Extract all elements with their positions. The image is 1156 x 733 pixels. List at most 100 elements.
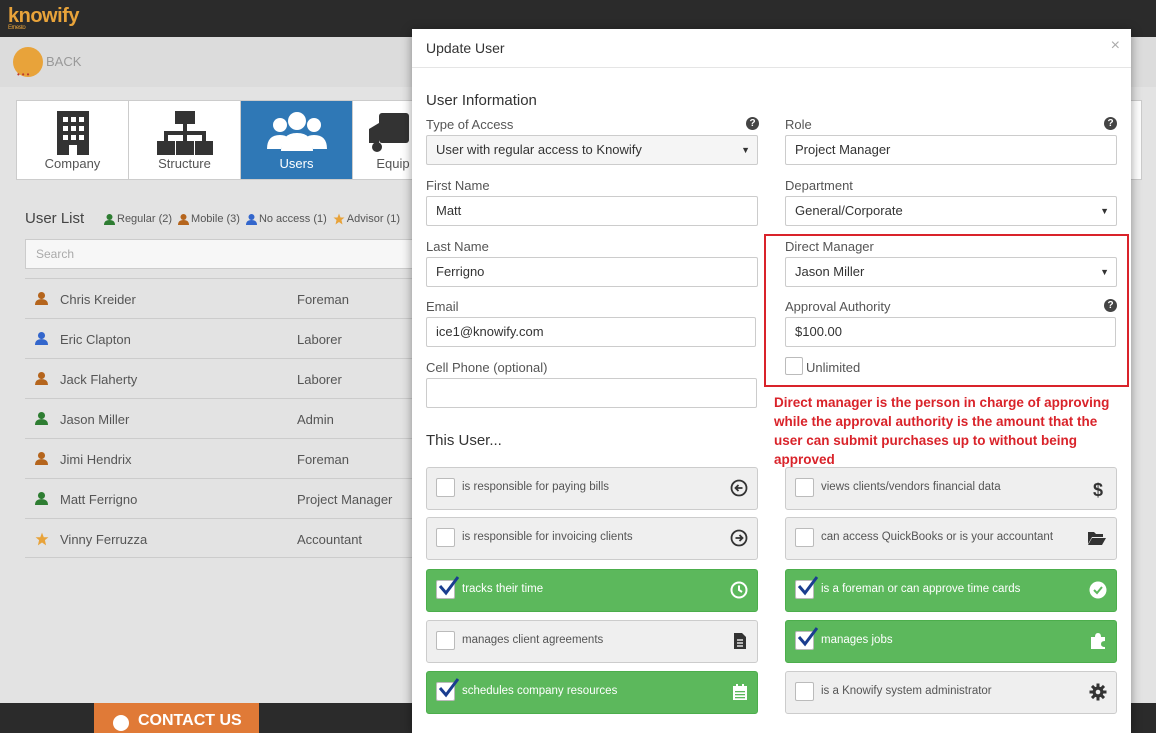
list-item[interactable]: Chris Kreider Foreman bbox=[25, 278, 425, 318]
department-value: General/Corporate bbox=[795, 203, 903, 218]
perm-label: views clients/vendors financial data bbox=[821, 481, 1001, 493]
legend-advisor: Advisor (1) bbox=[333, 213, 400, 225]
perm-label: can access QuickBooks or is your account… bbox=[821, 531, 1054, 543]
perm-tracks-time[interactable]: tracks their time bbox=[426, 569, 758, 612]
help-icon[interactable]: ? bbox=[746, 117, 759, 130]
tab-company[interactable]: Company bbox=[17, 101, 129, 179]
arrow-right-circle-icon bbox=[730, 529, 748, 547]
list-item[interactable]: Eric Clapton Laborer bbox=[25, 318, 425, 358]
logo-subtitle: Ernesto bbox=[8, 25, 26, 31]
modal-header: Update User × bbox=[412, 29, 1131, 68]
perm-label: is responsible for paying bills bbox=[462, 481, 610, 493]
checkbox[interactable] bbox=[436, 528, 455, 547]
list-item[interactable]: Jason Miller Admin bbox=[25, 398, 425, 438]
checkmark-icon bbox=[438, 678, 459, 698]
tab-equip[interactable]: Equip bbox=[353, 101, 413, 179]
perm-foreman-time-cards[interactable]: is a foreman or can approve time cards bbox=[785, 569, 1117, 612]
building-icon bbox=[56, 111, 89, 155]
folder-open-icon bbox=[1088, 532, 1106, 545]
user-information-heading: User Information bbox=[426, 92, 537, 109]
gear-icon bbox=[1089, 683, 1107, 701]
person-icon bbox=[35, 292, 48, 305]
perm-invoicing-clients[interactable]: is responsible for invoicing clients bbox=[426, 517, 758, 560]
person-icon bbox=[178, 213, 190, 225]
help-icon[interactable]: ? bbox=[1104, 117, 1117, 130]
person-icon bbox=[35, 372, 48, 385]
person-icon bbox=[104, 213, 115, 225]
close-icon[interactable]: × bbox=[1111, 37, 1120, 55]
legend-no-access: No access (1) bbox=[245, 213, 327, 225]
tab-equip-label: Equip bbox=[376, 156, 410, 171]
user-list-title: User List bbox=[25, 210, 85, 227]
chevron-down-icon: ▼ bbox=[1100, 206, 1109, 216]
legend-mobile-label: Mobile (3) bbox=[191, 213, 240, 225]
user-name: Chris Kreider bbox=[60, 292, 136, 307]
legend-no-access-label: No access (1) bbox=[258, 213, 327, 225]
type-of-access-select[interactable]: User with regular access to Knowify ▼ bbox=[426, 135, 758, 165]
user-list: Chris Kreider Foreman Eric Clapton Labor… bbox=[25, 278, 425, 558]
role-label: Role bbox=[785, 117, 812, 132]
checkbox[interactable] bbox=[436, 478, 455, 497]
org-chart-icon bbox=[156, 111, 213, 155]
checkmark-icon bbox=[797, 576, 818, 596]
perm-system-administrator[interactable]: is a Knowify system administrator bbox=[785, 671, 1117, 714]
user-name: Matt Ferrigno bbox=[60, 492, 138, 507]
legend-advisor-label: Advisor (1) bbox=[346, 213, 400, 225]
logo[interactable]: knowify Ernesto bbox=[8, 5, 79, 31]
list-item[interactable]: Matt Ferrigno Project Manager bbox=[25, 478, 425, 518]
annotation-highlight-box bbox=[764, 234, 1129, 387]
truck-icon bbox=[369, 113, 409, 152]
perm-quickbooks[interactable]: can access QuickBooks or is your account… bbox=[785, 517, 1117, 560]
back-button[interactable]: BACK bbox=[46, 54, 81, 69]
perm-label: manages jobs bbox=[821, 634, 893, 646]
list-item[interactable]: Vinny Ferruzza Accountant bbox=[25, 518, 425, 558]
perm-paying-bills[interactable]: is responsible for paying bills bbox=[426, 467, 758, 510]
perm-manages-jobs[interactable]: manages jobs bbox=[785, 620, 1117, 663]
tab-structure[interactable]: Structure bbox=[129, 101, 241, 179]
user-name: Jack Flaherty bbox=[60, 372, 138, 387]
perm-schedules-resources[interactable]: schedules company resources bbox=[426, 671, 758, 714]
checkmark-icon bbox=[438, 576, 459, 596]
checkbox[interactable] bbox=[795, 478, 814, 497]
user-role: Foreman bbox=[297, 292, 350, 307]
user-role: Laborer bbox=[297, 372, 342, 387]
department-select[interactable]: General/Corporate ▼ bbox=[785, 196, 1117, 226]
checkbox[interactable] bbox=[795, 528, 814, 547]
last-name-field[interactable]: Ferrigno bbox=[426, 257, 758, 287]
search-input[interactable]: Search bbox=[25, 239, 425, 269]
user-role: Foreman bbox=[297, 452, 350, 467]
cell-phone-field[interactable] bbox=[426, 378, 757, 408]
person-icon bbox=[245, 213, 257, 225]
checkbox[interactable] bbox=[795, 682, 814, 701]
perm-label: manages client agreements bbox=[462, 634, 604, 646]
star-icon bbox=[35, 532, 49, 546]
perm-client-agreements[interactable]: manages client agreements bbox=[426, 620, 758, 663]
back-dots-icon: ••• bbox=[17, 70, 32, 79]
cell-phone-label: Cell Phone (optional) bbox=[426, 360, 548, 375]
email-field[interactable]: ice1@knowify.com bbox=[426, 317, 756, 347]
chevron-down-icon: ▼ bbox=[741, 145, 750, 155]
checkmark-icon bbox=[797, 627, 818, 647]
email-label: Email bbox=[426, 299, 459, 314]
tab-users[interactable]: Users bbox=[241, 101, 353, 179]
list-item[interactable]: Jimi Hendrix Foreman bbox=[25, 438, 425, 478]
person-icon bbox=[35, 452, 48, 465]
users-icon bbox=[266, 112, 327, 151]
legend-regular: Regular (2) bbox=[104, 213, 172, 225]
tab-structure-label: Structure bbox=[158, 156, 211, 171]
perm-label: schedules company resources bbox=[462, 685, 618, 697]
modal-title: Update User bbox=[426, 40, 505, 56]
logo-text: knowify bbox=[8, 5, 79, 27]
check-circle-icon bbox=[1089, 581, 1107, 599]
perm-financial-data[interactable]: views clients/vendors financial data $ bbox=[785, 467, 1117, 510]
user-name: Jason Miller bbox=[60, 412, 130, 427]
list-item[interactable]: Jack Flaherty Laborer bbox=[25, 358, 425, 398]
calendar-icon bbox=[733, 684, 747, 700]
role-field[interactable]: Project Manager bbox=[785, 135, 1117, 165]
user-role: Admin bbox=[297, 412, 334, 427]
checkbox[interactable] bbox=[436, 631, 455, 650]
annotation-text: Direct manager is the person in charge o… bbox=[774, 395, 1110, 467]
user-name: Eric Clapton bbox=[60, 332, 131, 347]
this-user-heading: This User... bbox=[426, 432, 502, 449]
first-name-field[interactable]: Matt bbox=[426, 196, 758, 226]
